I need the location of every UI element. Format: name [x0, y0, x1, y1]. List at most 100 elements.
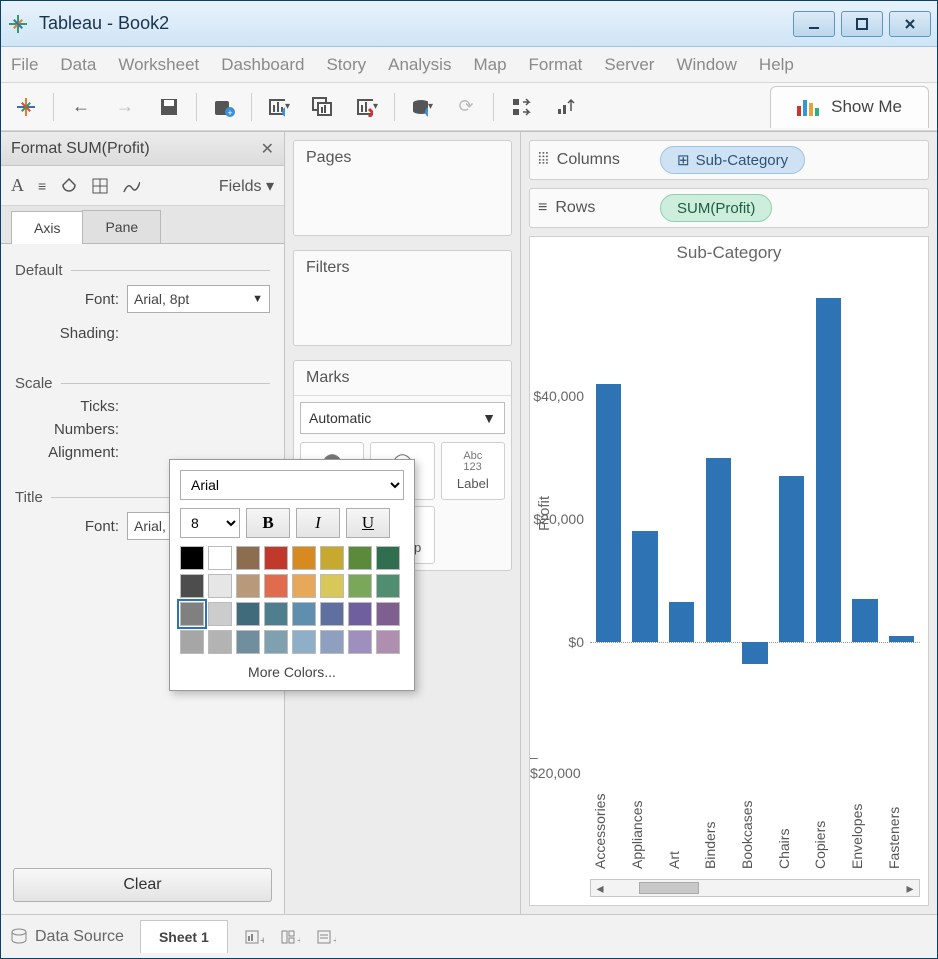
borders-type-icon[interactable] [92, 178, 108, 194]
color-swatch[interactable] [320, 602, 344, 626]
forward-button[interactable]: → [108, 90, 142, 124]
color-swatch[interactable] [320, 630, 344, 654]
bar[interactable] [742, 642, 768, 664]
color-swatch[interactable] [236, 630, 260, 654]
color-swatch[interactable] [180, 574, 204, 598]
sheet1-tab[interactable]: Sheet 1 [140, 920, 228, 953]
color-swatch[interactable] [376, 602, 400, 626]
alignment-type-icon[interactable]: ≡ [38, 178, 46, 194]
swap-button[interactable] [504, 90, 538, 124]
horizontal-scrollbar[interactable]: ◂ ▸ [590, 879, 920, 897]
color-swatch[interactable] [180, 602, 204, 626]
clear-button[interactable]: Clear [13, 868, 272, 902]
color-swatch[interactable] [320, 546, 344, 570]
menu-data[interactable]: Data [60, 55, 96, 75]
maximize-button[interactable] [841, 11, 883, 37]
columns-pill[interactable]: ⊞Sub-Category [660, 146, 805, 174]
color-swatch[interactable] [348, 574, 372, 598]
new-data-button[interactable]: + [207, 90, 241, 124]
bold-button[interactable]: B [246, 508, 290, 538]
color-swatch[interactable] [180, 546, 204, 570]
color-swatch[interactable] [348, 546, 372, 570]
marks-type-dropdown[interactable]: Automatic ▼ [300, 402, 505, 434]
color-swatch[interactable] [264, 574, 288, 598]
color-swatch[interactable] [236, 574, 260, 598]
color-swatch[interactable] [320, 574, 344, 598]
bar[interactable] [852, 599, 878, 642]
color-swatch[interactable] [264, 630, 288, 654]
tab-axis[interactable]: Axis [11, 211, 83, 244]
bar[interactable] [596, 384, 622, 642]
scroll-thumb[interactable] [639, 882, 699, 894]
color-swatch[interactable] [180, 630, 204, 654]
bar[interactable] [632, 531, 658, 642]
save-button[interactable] [152, 90, 186, 124]
color-swatch[interactable] [292, 630, 316, 654]
scroll-right-button[interactable]: ▸ [901, 880, 919, 897]
color-swatch[interactable] [348, 630, 372, 654]
color-swatch[interactable] [208, 546, 232, 570]
menu-dashboard[interactable]: Dashboard [221, 55, 304, 75]
bar[interactable] [669, 602, 695, 642]
menu-help[interactable]: Help [759, 55, 794, 75]
data-source-tab[interactable]: Data Source [11, 928, 124, 946]
color-swatch[interactable] [348, 602, 372, 626]
color-swatch[interactable] [376, 574, 400, 598]
color-swatch[interactable] [376, 546, 400, 570]
color-swatch[interactable] [236, 602, 260, 626]
pages-shelf[interactable]: Pages [293, 140, 512, 236]
lines-type-icon[interactable] [122, 178, 140, 194]
back-button[interactable]: ← [64, 90, 98, 124]
refresh-button[interactable]: ⟳ [449, 90, 483, 124]
bar[interactable] [889, 636, 915, 642]
menu-worksheet[interactable]: Worksheet [118, 55, 199, 75]
rows-shelf[interactable]: ≡Rows SUM(Profit) [529, 188, 929, 228]
font-type-icon[interactable]: A [11, 175, 24, 196]
menu-server[interactable]: Server [604, 55, 654, 75]
new-worksheet-button[interactable]: + ▾ [262, 90, 296, 124]
color-swatch[interactable] [236, 546, 260, 570]
sort-asc-button[interactable] [548, 90, 582, 124]
menu-format[interactable]: Format [529, 55, 583, 75]
scroll-left-button[interactable]: ◂ [591, 880, 609, 897]
tableau-logo-icon[interactable] [9, 90, 43, 124]
color-swatch[interactable] [264, 546, 288, 570]
italic-button[interactable]: I [296, 508, 340, 538]
shading-type-icon[interactable] [60, 177, 78, 195]
new-story-tab[interactable]: + [316, 928, 336, 946]
more-colors-link[interactable]: More Colors... [180, 664, 404, 680]
tab-pane[interactable]: Pane [82, 210, 161, 243]
fields-dropdown[interactable]: Fields ▾ [219, 176, 274, 196]
clear-sheet-button[interactable]: ▾ [350, 90, 384, 124]
color-swatch[interactable] [292, 546, 316, 570]
close-pane-button[interactable]: ✕ [261, 139, 274, 159]
bar[interactable] [816, 298, 842, 642]
color-swatch[interactable] [208, 630, 232, 654]
font-size-select[interactable]: 8 [180, 508, 240, 538]
color-swatch[interactable] [292, 574, 316, 598]
new-dashboard-tab[interactable]: + [280, 928, 300, 946]
menu-analysis[interactable]: Analysis [388, 55, 451, 75]
color-swatch[interactable] [208, 602, 232, 626]
close-button[interactable] [889, 11, 931, 37]
duplicate-sheet-button[interactable] [306, 90, 340, 124]
rows-pill[interactable]: SUM(Profit) [660, 194, 772, 222]
color-swatch[interactable] [376, 630, 400, 654]
bar[interactable] [706, 458, 732, 643]
new-worksheet-tab[interactable]: + [244, 928, 264, 946]
filters-shelf[interactable]: Filters [293, 250, 512, 346]
color-swatch[interactable] [264, 602, 288, 626]
show-me-button[interactable]: Show Me [770, 86, 929, 128]
bar[interactable] [779, 476, 805, 642]
menu-map[interactable]: Map [473, 55, 506, 75]
columns-shelf[interactable]: ⦙⦙⦙Columns ⊞Sub-Category [529, 140, 929, 180]
marks-label-button[interactable]: Abc123Label [441, 442, 505, 500]
minimize-button[interactable] [793, 11, 835, 37]
connect-data-button[interactable]: + ▾ [405, 90, 439, 124]
color-swatch[interactable] [208, 574, 232, 598]
font-dropdown[interactable]: Arial, 8pt▼ [127, 285, 270, 313]
font-family-select[interactable]: Arial [180, 470, 404, 500]
underline-button[interactable]: U [346, 508, 390, 538]
menu-story[interactable]: Story [326, 55, 366, 75]
menu-window[interactable]: Window [676, 55, 736, 75]
